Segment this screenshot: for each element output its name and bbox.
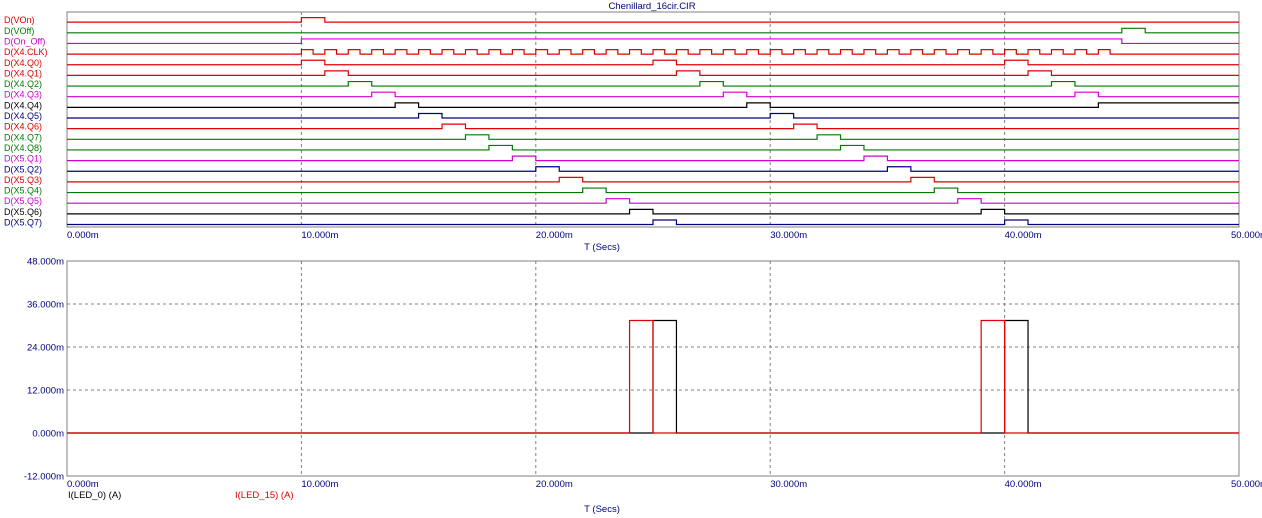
bottom-x-tick-label: 50.000m [1231,479,1262,490]
signal-label-d-x4-q7: D(X4.Q7) [4,132,42,142]
trace-d-x5-q7 [67,219,1239,226]
bottom-y-tick-label: 48.000m [27,257,64,268]
bottom-y-tick-label: -12.000m [24,472,64,483]
trace-d-x4-q4 [67,102,1239,108]
signal-label-d-x5-q5: D(X5.Q5) [4,196,42,206]
legend-i-led-0: I(LED_0) (A) [68,490,121,501]
bottom-y-tick-labels: -12.000m 0.000m 12.000m 24.000m 36.000m 48.00… [24,257,64,483]
top-x-axis-label: T (Secs) [584,242,620,253]
signal-label-d-x4-q6: D(X4.Q6) [4,122,42,132]
trace-d-x5-q1 [67,155,1239,162]
trace-d-x4-q6 [67,123,1239,130]
top-x-tick-labels: 0.000m 10.000m 20.000m 30.000m 40.000m 50.000… [67,230,1262,241]
trace-d-x5-q6 [67,208,1239,215]
bottom-x-tick-label: 40.000m [1005,479,1042,490]
trace-d-x4-q8 [67,144,1239,151]
signal-label-d-x4-q0: D(X4.Q0) [4,58,42,68]
bottom-y-tick-label: 12.000m [27,386,64,397]
signal-label-d-x4-q3: D(X4.Q3) [4,90,42,100]
chart-title: Chenillard_16cir.CIR [608,1,695,12]
top-x-tick-label: 30.000m [770,230,807,241]
top-labels: D(VOn)D(VOff)D(On_Off)D(X4.CLK)D(X4.Q0)D… [4,15,48,227]
bottom-traces [67,319,1239,434]
signal-label-d-von: D(VOn) [4,15,35,25]
legend-i-led-15: I(LED_15) (A) [235,490,294,501]
signal-label-d-x5-q3: D(X5.Q3) [4,175,42,185]
signal-label-d-voff: D(VOff) [4,26,34,36]
bottom-x-tick-label: 20.000m [536,479,573,490]
trace-d-x5-q2 [67,166,1239,172]
signal-label-d-x5-q4: D(X5.Q4) [4,186,42,196]
trace-d-x4-clk [67,49,1239,55]
trace-d-on-off [67,38,1239,45]
trace-d-x4-q2 [67,80,1239,87]
signal-label-d-x5-q2: D(X5.Q2) [4,164,42,174]
trace-d-x4-q1 [67,70,1239,76]
top-grid [66,11,1240,228]
bottom-x-tick-label: 10.000m [301,479,338,490]
top-x-tick-label: 0.000m [67,230,99,241]
trace-d-x5-q3 [67,176,1239,183]
signal-label-d-x4-q4: D(X4.Q4) [4,100,42,110]
trace-d-x4-q0 [67,59,1239,66]
bottom-x-axis-label: T (Secs) [584,504,620,515]
top-x-tick-label: 50.000m [1231,230,1262,241]
signal-label-d-x5-q1: D(X5.Q1) [4,154,42,164]
signal-label-d-x4-q5: D(X4.Q5) [4,111,42,121]
top-traces [67,17,1239,226]
top-x-tick-label: 40.000m [1005,230,1042,241]
bottom-x-tick-label: 0.000m [67,479,99,490]
signal-label-d-x4-q1: D(X4.Q1) [4,68,42,78]
plot-canvas: Chenillard_16cir.CIR D(VOn)D(VOff)D(On_O… [4,1,1262,515]
signal-label-d-on-off: D(On_Off) [4,36,45,46]
trace-i-led-15-a [67,319,1239,434]
trace-d-x4-q7 [67,134,1239,140]
trace-d-x4-q5 [67,112,1239,119]
signal-label-d-x4-q2: D(X4.Q2) [4,79,42,89]
top-plot-frame [66,11,1240,228]
top-x-tick-label: 10.000m [301,230,338,241]
bottom-x-tick-label: 30.000m [770,479,807,490]
signal-label-d-x4-clk: D(X4.CLK) [4,47,48,57]
trace-d-x4-q3 [67,91,1239,98]
trace-d-von [67,17,1239,23]
signal-label-d-x5-q7: D(X5.Q7) [4,218,42,228]
bottom-y-tick-label: 24.000m [27,343,64,354]
bottom-y-tick-label: 36.000m [27,300,64,311]
trace-d-voff [67,27,1239,34]
top-x-tick-label: 20.000m [536,230,573,241]
bottom-y-tick-label: 0.000m [32,429,64,440]
bottom-x-tick-labels: 0.000m 10.000m 20.000m 30.000m 40.000m 50.000… [67,479,1262,490]
trace-d-x5-q4 [67,187,1239,194]
signal-label-d-x5-q6: D(X5.Q6) [4,207,42,217]
signal-label-d-x4-q8: D(X4.Q8) [4,143,42,153]
trace-d-x5-q5 [67,198,1239,204]
